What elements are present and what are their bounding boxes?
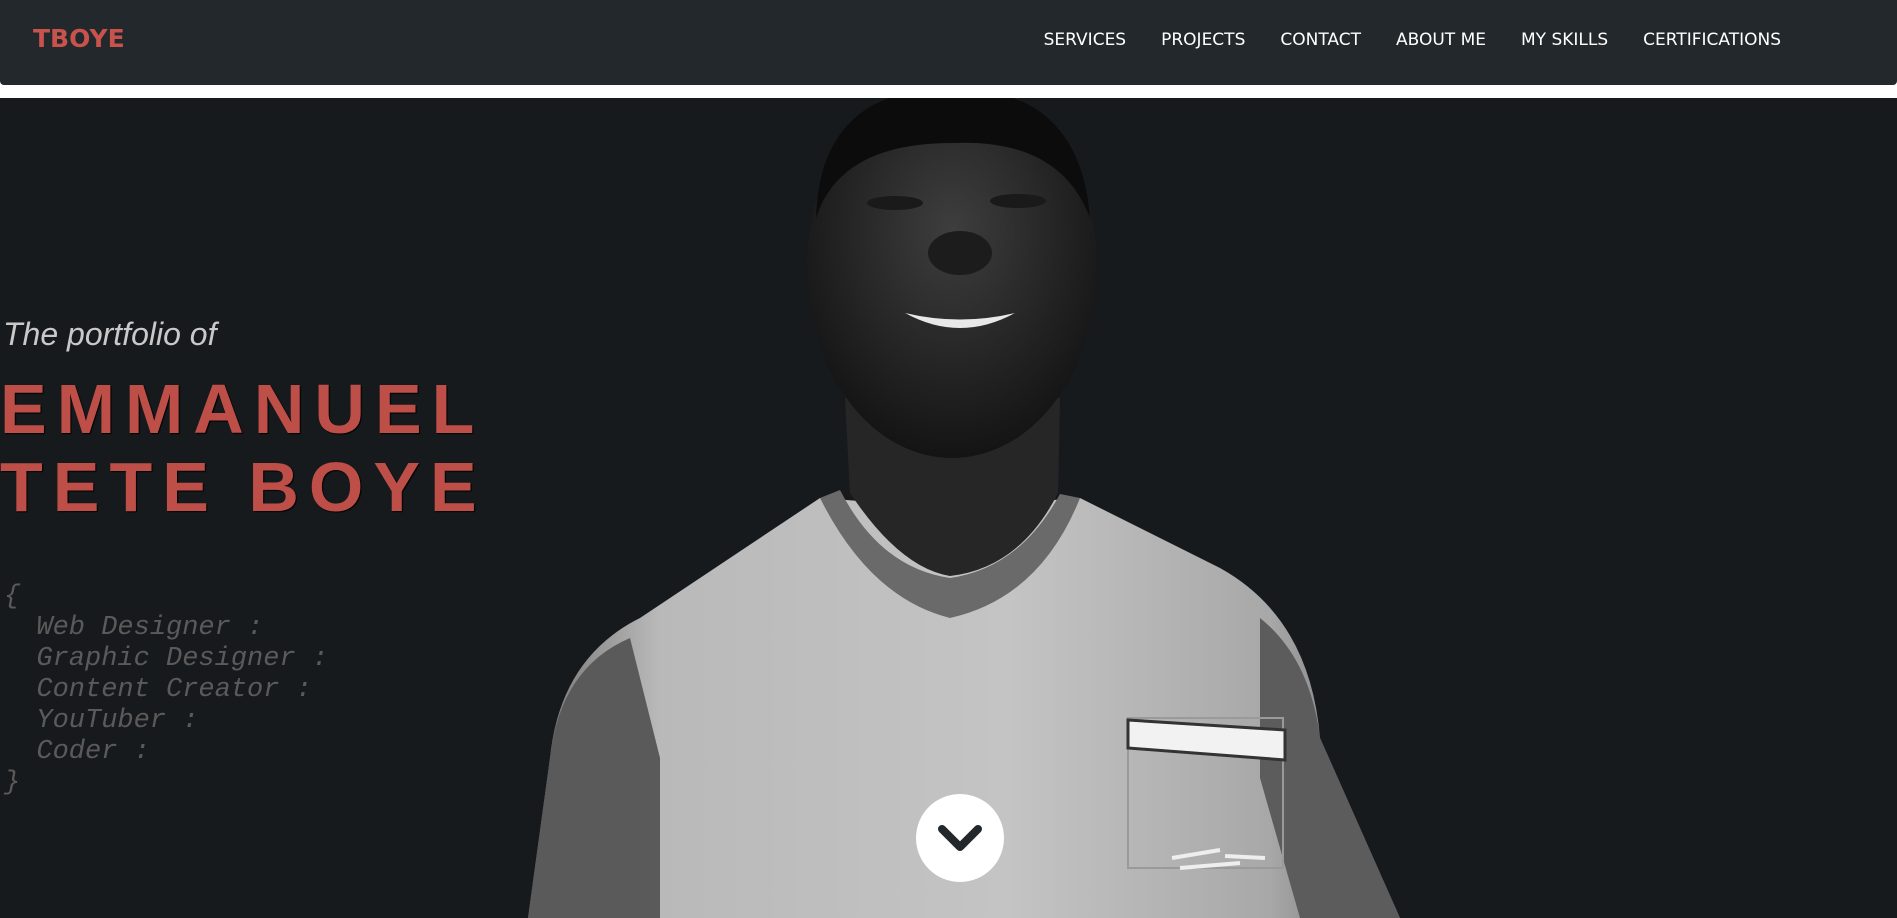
role-item: Coder :: [4, 737, 150, 767]
nav-link-about-me[interactable]: ABOUT ME: [1396, 30, 1486, 50]
hero-section: The portfolio of EMMANUEL TETE BOYE { We…: [0, 98, 1897, 918]
nav-link-my-skills[interactable]: MY SKILLS: [1521, 30, 1608, 50]
nav-links: SERVICES PROJECTS CONTACT ABOUT ME MY SK…: [1044, 30, 1781, 50]
role-item: YouTuber :: [4, 706, 199, 736]
role-item: Web Designer :: [4, 613, 264, 643]
nav-link-contact[interactable]: CONTACT: [1280, 30, 1361, 50]
name-heading-line-2: TETE BOYE: [0, 448, 487, 526]
chevron-down-icon: [938, 825, 982, 851]
roles-code-block: { Web Designer : Graphic Designer : Cont…: [4, 582, 328, 799]
role-item: Content Creator :: [4, 675, 312, 705]
role-item: Graphic Designer :: [4, 644, 329, 674]
code-open-brace: {: [4, 582, 21, 612]
name-heading-line-1: EMMANUEL: [0, 370, 485, 448]
nav-link-certifications[interactable]: CERTIFICATIONS: [1643, 30, 1781, 50]
nav-link-projects[interactable]: PROJECTS: [1161, 30, 1245, 50]
brand-logo[interactable]: TBOYE: [33, 24, 125, 53]
scroll-down-button[interactable]: [916, 794, 1004, 882]
code-close-brace: }: [4, 768, 21, 798]
intro-text: The portfolio of: [3, 316, 217, 352]
nav-link-services[interactable]: SERVICES: [1044, 30, 1126, 50]
navbar: TBOYE SERVICES PROJECTS CONTACT ABOUT ME…: [0, 0, 1897, 85]
